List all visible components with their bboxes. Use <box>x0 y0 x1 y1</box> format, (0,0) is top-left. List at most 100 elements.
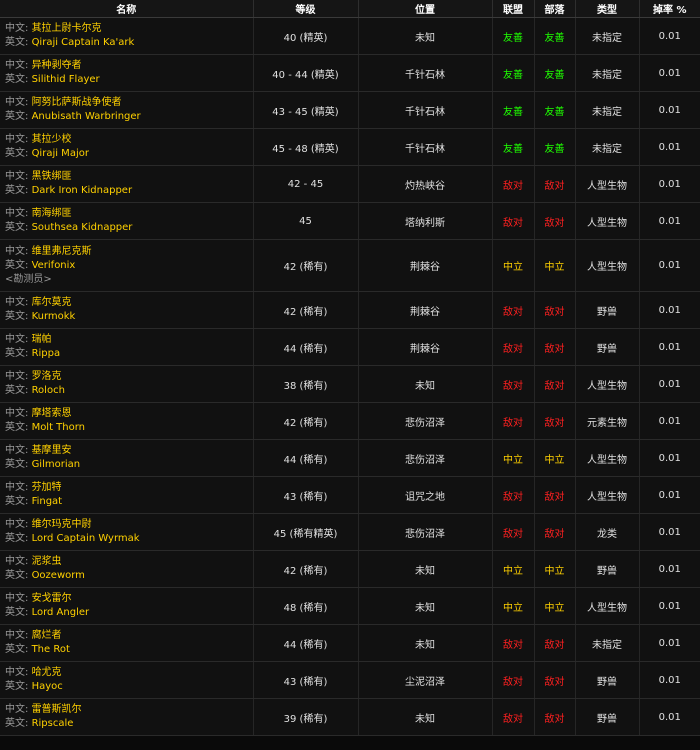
npc-en-name-link[interactable]: Southsea Kidnapper <box>32 222 133 233</box>
npc-en-name-link[interactable]: Lord Captain Wyrmak <box>32 533 140 544</box>
table-row[interactable]: 中文: 异种剥夺者 英文: Silithid Flayer 40 - 44 (精英)… <box>0 54 700 92</box>
npc-en-name-link[interactable]: Fingat <box>32 496 63 507</box>
npc-en-name-link[interactable]: Kurmokk <box>32 311 76 322</box>
location-cell: 千针石林 <box>358 91 493 129</box>
npc-en-name-link[interactable]: Verifonix <box>32 260 76 271</box>
horde-reaction-cell: 敌对 <box>534 624 576 662</box>
cn-name-line: 中文: 异种剥夺者 <box>5 59 253 73</box>
en-label: 英文: <box>5 718 29 729</box>
npc-cn-name-link[interactable]: 瑞帕 <box>32 334 52 345</box>
table-row[interactable]: 中文: 罗洛克 英文: Roloch 38 (稀有) 未知 敌对 敌对 人型生物 0.01 <box>0 365 700 403</box>
en-name-line: 英文: Gilmorian <box>5 458 253 472</box>
header-horde[interactable]: 部落 <box>534 0 576 18</box>
cn-label: 中文: <box>5 593 29 604</box>
table-row[interactable]: 中文: 其拉上尉卡尔克 英文: Qiraji Captain Ka'ark 40 (… <box>0 17 700 55</box>
table-row[interactable]: 中文: 腐烂者 英文: The Rot 44 (稀有) 未知 敌对 敌对 未指定 0.01 <box>0 624 700 662</box>
horde-reaction-cell: 敌对 <box>534 202 576 240</box>
name-cell: 中文: 安戈雷尔 英文: Lord Angler <box>0 587 254 625</box>
npc-cn-name-link[interactable]: 维里弗尼克斯 <box>32 246 92 257</box>
name-cell: 中文: 维尔玛克中尉 英文: Lord Captain Wyrmak <box>0 513 254 551</box>
table-row[interactable]: 中文: 泥浆虫 英文: Oozeworm 42 (稀有) 未知 中立 中立 野兽 0.01 <box>0 550 700 588</box>
header-location[interactable]: 位置 <box>358 0 493 18</box>
header-level[interactable]: 等级 <box>253 0 359 18</box>
droprate-cell: 0.01 <box>639 202 700 240</box>
npc-cn-name-link[interactable]: 腐烂者 <box>32 630 62 641</box>
npc-cn-name-link[interactable]: 芬加特 <box>32 482 62 493</box>
droprate-cell: 0.01 <box>639 17 700 55</box>
npc-en-name-link[interactable]: Qiraji Captain Ka'ark <box>32 37 135 48</box>
npc-cn-name-link[interactable]: 维尔玛克中尉 <box>32 519 92 530</box>
cn-label: 中文: <box>5 482 29 493</box>
npc-en-name-link[interactable]: Molt Thorn <box>32 422 85 433</box>
cn-name-line: 中文: 哈尤克 <box>5 666 253 680</box>
npc-cn-name-link[interactable]: 南海绑匪 <box>32 208 72 219</box>
level-cell: 38 (稀有) <box>253 365 359 403</box>
name-cell: 中文: 罗洛克 英文: Roloch <box>0 365 254 403</box>
cn-label: 中文: <box>5 245 29 257</box>
en-name-line: 英文: Oozeworm <box>5 569 253 583</box>
npc-en-name-link[interactable]: Oozeworm <box>32 570 85 581</box>
table-row[interactable]: 中文: 基摩里安 英文: Gilmorian 44 (稀有) 悲伤沼泽 中立 中立 人型生物… <box>0 439 700 477</box>
table-row[interactable]: 中文: 黑铁绑匪 英文: Dark Iron Kidnapper 42 - 45 灼热… <box>0 165 700 203</box>
alliance-reaction-cell: 友善 <box>492 17 535 55</box>
npc-en-name-link[interactable]: Rippa <box>32 348 61 359</box>
name-cell: 中文: 腐烂者 英文: The Rot <box>0 624 254 662</box>
npc-en-name-link[interactable]: Qiraji Major <box>32 148 89 159</box>
npc-en-name-link[interactable]: The Rot <box>32 644 70 655</box>
npc-cn-name-link[interactable]: 泥浆虫 <box>32 556 62 567</box>
npc-cn-name-link[interactable]: 其拉少校 <box>32 134 72 145</box>
header-name[interactable]: 名称 <box>0 0 254 18</box>
location-cell: 未知 <box>358 550 493 588</box>
droprate-cell: 0.01 <box>639 624 700 662</box>
horde-reaction-cell: 中立 <box>534 439 576 477</box>
npc-cn-name-link[interactable]: 雷普斯凯尔 <box>32 704 82 715</box>
npc-cn-name-link[interactable]: 安戈雷尔 <box>32 593 72 604</box>
npc-cn-name-link[interactable]: 阿努比萨斯战争使者 <box>32 97 122 108</box>
type-cell: 未指定 <box>575 17 640 55</box>
npc-cn-name-link[interactable]: 哈尤克 <box>32 667 62 678</box>
npc-en-name-link[interactable]: Hayoc <box>32 681 63 692</box>
level-cell: 43 - 45 (精英) <box>253 91 359 129</box>
npc-en-name-link[interactable]: Roloch <box>32 385 65 396</box>
header-type[interactable]: 类型 <box>575 0 640 18</box>
cn-name-line: 中文: 基摩里安 <box>5 444 253 458</box>
npc-cn-name-link[interactable]: 异种剥夺者 <box>32 60 82 71</box>
cn-label: 中文: <box>5 208 29 219</box>
table-row[interactable]: 中文: 哈尤克 英文: Hayoc 43 (稀有) 尘泥沼泽 敌对 敌对 野兽 0.01 <box>0 661 700 699</box>
header-droprate[interactable]: 掉率 % <box>639 0 700 18</box>
en-name-line: 英文: Fingat <box>5 495 253 509</box>
npc-en-name-link[interactable]: Anubisath Warbringer <box>32 111 141 122</box>
npc-en-name-link[interactable]: Gilmorian <box>32 459 81 470</box>
table-row[interactable]: 中文: 维尔玛克中尉 英文: Lord Captain Wyrmak 45 (稀有精… <box>0 513 700 551</box>
npc-cn-name-link[interactable]: 库尔莫克 <box>32 297 72 308</box>
npc-en-name-link[interactable]: Silithid Flayer <box>32 74 100 85</box>
table-row[interactable]: 中文: 维里弗尼克斯 英文: Verifonix <勘测员> 42 (稀有) 荆棘谷 中立… <box>0 239 700 292</box>
npc-en-name-link[interactable]: Dark Iron Kidnapper <box>32 185 133 196</box>
npc-en-name-link[interactable]: Ripscale <box>32 718 74 729</box>
droprate-cell: 0.01 <box>639 291 700 329</box>
cn-name-line: 中文: 维里弗尼克斯 <box>5 245 253 259</box>
table-row[interactable]: 中文: 阿努比萨斯战争使者 英文: Anubisath Warbringer 43 … <box>0 91 700 129</box>
npc-cn-name-link[interactable]: 基摩里安 <box>32 445 72 456</box>
table-row[interactable]: 中文: 瑞帕 英文: Rippa 44 (稀有) 荆棘谷 敌对 敌对 野兽 0.01 <box>0 328 700 366</box>
type-cell: 野兽 <box>575 550 640 588</box>
table-row[interactable]: 中文: 安戈雷尔 英文: Lord Angler 48 (稀有) 未知 中立 中立 人型生物… <box>0 587 700 625</box>
type-cell: 野兽 <box>575 291 640 329</box>
npc-en-name-link[interactable]: Lord Angler <box>32 607 90 618</box>
npc-cn-name-link[interactable]: 黑铁绑匪 <box>32 171 72 182</box>
type-cell: 人型生物 <box>575 239 640 292</box>
table-row[interactable]: 中文: 摩塔索恩 英文: Molt Thorn 42 (稀有) 悲伤沼泽 敌对 敌对 元素生… <box>0 402 700 440</box>
table-row[interactable]: 中文: 其拉少校 英文: Qiraji Major 45 - 48 (精英) 千针石林… <box>0 128 700 166</box>
table-row[interactable]: 中文: 南海绑匪 英文: Southsea Kidnapper 45 塔纳利斯 敌对 敌对… <box>0 202 700 240</box>
table-row[interactable]: 中文: 芬加特 英文: Fingat 43 (稀有) 诅咒之地 敌对 敌对 人型生物 0.01 <box>0 476 700 514</box>
table-row[interactable]: 中文: 库尔莫克 英文: Kurmokk 42 (稀有) 荆棘谷 敌对 敌对 野兽 0.01 <box>0 291 700 329</box>
npc-cn-name-link[interactable]: 摩塔索恩 <box>32 408 72 419</box>
droprate-cell: 0.01 <box>639 402 700 440</box>
en-name-line: 英文: Ripscale <box>5 717 253 731</box>
name-cell: 中文: 维里弗尼克斯 英文: Verifonix <勘测员> <box>0 239 254 292</box>
npc-cn-name-link[interactable]: 其拉上尉卡尔克 <box>32 23 102 34</box>
npc-cn-name-link[interactable]: 罗洛克 <box>32 371 62 382</box>
cn-name-line: 中文: 摩塔索恩 <box>5 407 253 421</box>
table-row[interactable]: 中文: 雷普斯凯尔 英文: Ripscale 39 (稀有) 未知 敌对 敌对 野兽 0.01 <box>0 698 700 736</box>
header-alliance[interactable]: 联盟 <box>492 0 535 18</box>
